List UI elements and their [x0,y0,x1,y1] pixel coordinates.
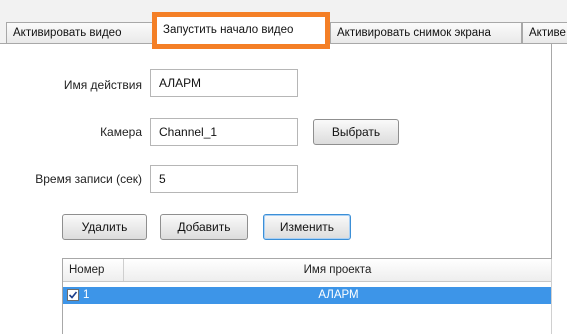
action-name-label: Имя действия [63,78,142,92]
record-time-input[interactable]: 5 [150,165,298,193]
select-camera-button[interactable]: Выбрать [313,119,399,145]
action-name-input[interactable]: АЛАРМ [150,69,298,97]
projects-table: Номер Имя проекта 1 АЛАРМ [62,258,552,334]
row-checkbox[interactable] [67,289,79,301]
add-button[interactable]: Добавить [160,214,248,240]
checkmark-icon [68,291,78,299]
edit-button[interactable]: Изменить [263,214,351,240]
column-header-project-name[interactable]: Имя проекта [124,259,551,281]
table-header: Номер Имя проекта [63,259,552,282]
tab-strip: Активировать видео Запустить начало виде… [0,0,567,49]
record-time-label: Время записи (сек) [35,172,142,186]
table-row[interactable]: 1 АЛАРМ [63,287,552,304]
delete-button[interactable]: Удалить [62,214,147,240]
column-header-number[interactable]: Номер [69,259,104,281]
table-right-edge [551,259,552,334]
tab-activate-screenshot[interactable]: Активировать снимок экрана [330,22,522,43]
tab-activate-more[interactable]: Активе [522,22,567,43]
tab-activate-video[interactable]: Активировать видео [6,22,155,43]
tab-start-video[interactable]: Запустить начало видео [152,12,330,49]
camera-label: Камера [100,125,142,139]
row-number: 1 [83,289,90,301]
camera-input[interactable]: Channel_1 [150,118,298,146]
row-project-name: АЛАРМ [318,289,359,301]
